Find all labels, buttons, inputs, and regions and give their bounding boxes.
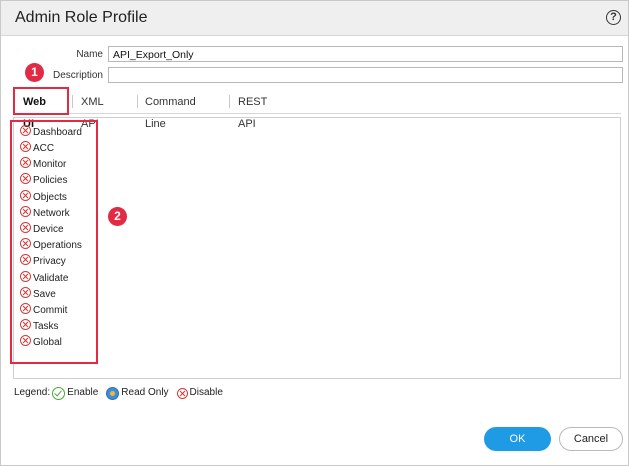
name-label: Name	[76, 49, 103, 60]
dialog-title: Admin Role Profile	[15, 9, 148, 26]
legend-enable: Enable	[67, 387, 99, 398]
disable-icon	[176, 387, 188, 399]
permissions-panel	[13, 117, 621, 379]
legend-prefix: Legend:	[14, 387, 51, 398]
callout-badge-1: 1	[25, 63, 44, 82]
description-field[interactable]	[108, 67, 623, 83]
tab-separator	[229, 95, 230, 108]
legend-disable: Disable	[189, 387, 223, 398]
callout-badge-2: 2	[108, 207, 127, 226]
name-field[interactable]: API_Export_Only	[108, 46, 623, 62]
read-only-icon	[106, 386, 120, 400]
tab-separator	[137, 95, 138, 108]
legend: Legend: Enable Read Only Disable	[14, 386, 223, 400]
ok-button[interactable]: OK	[484, 427, 551, 451]
admin-role-profile-dialog: Admin Role Profile ? Name API_Export_Onl…	[0, 0, 629, 466]
callout-box-permissions	[10, 120, 98, 364]
help-circle-icon[interactable]: ?	[606, 10, 621, 25]
dialog-titlebar: Admin Role Profile ?	[1, 1, 628, 36]
enable-icon	[52, 386, 66, 400]
tab-separator	[72, 95, 73, 108]
legend-read-only: Read Only	[121, 387, 169, 398]
cancel-button[interactable]: Cancel	[559, 427, 623, 451]
description-label: Description	[52, 70, 103, 81]
callout-box-web-ui-tab	[13, 87, 69, 115]
tab-underline	[13, 113, 621, 114]
